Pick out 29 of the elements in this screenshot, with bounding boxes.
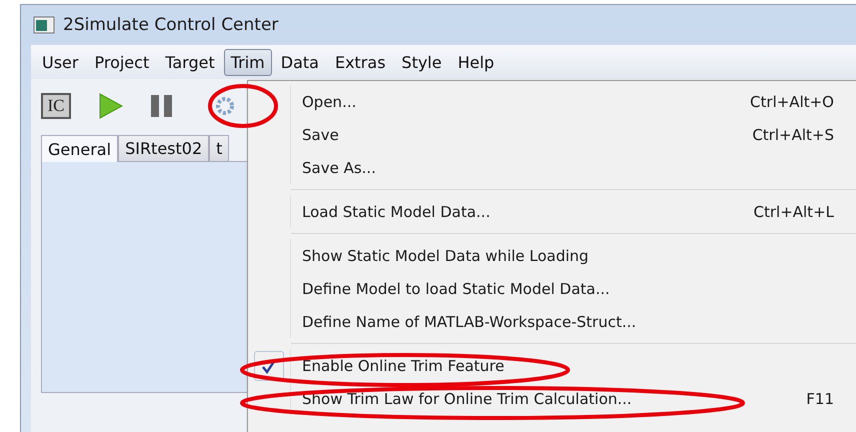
menu-option[interactable]: Define Model to load Static Model Data... — [302, 280, 856, 298]
menu-item[interactable]: Target — [158, 48, 222, 76]
menu-item[interactable]: User — [35, 48, 86, 76]
menu-option[interactable]: Open... — [302, 92, 714, 110]
menu-option[interactable]: Show Static Model Data while Loading — [302, 246, 856, 264]
shortcut: Ctrl+Alt+S — [751, 126, 834, 144]
tab[interactable]: General — [41, 135, 118, 162]
menu-item[interactable]: Help — [450, 48, 502, 76]
menu-option[interactable]: Enable Online Trim Feature — [302, 356, 856, 374]
gear-button[interactable] — [215, 95, 235, 117]
menu-item[interactable]: Style — [394, 48, 449, 76]
menu-option[interactable]: Load Static Model Data... — [302, 202, 714, 220]
menu-option[interactable]: Define Name of MATLAB-Workspace-Struct... — [302, 312, 856, 330]
shortcut: Ctrl+Alt+L — [752, 202, 834, 220]
menu-option[interactable]: Save — [302, 126, 714, 144]
tab[interactable]: SIRtest02 — [118, 135, 210, 162]
play-button[interactable] — [97, 93, 123, 119]
app-icon — [33, 16, 55, 34]
shortcut: Ctrl+Alt+O — [749, 92, 834, 110]
menu-item[interactable]: Project — [87, 48, 156, 76]
ic-button[interactable]: IC — [41, 93, 71, 119]
menu-item[interactable]: Data — [274, 48, 326, 76]
tab[interactable]: t — [209, 135, 230, 162]
menu-item[interactable]: Extras — [328, 48, 393, 76]
shortcut: F11 — [805, 390, 834, 408]
window-title: 2Simulate Control Center — [63, 15, 278, 35]
pause-button[interactable] — [149, 94, 175, 118]
menu-item[interactable]: Trim — [224, 48, 272, 76]
menu-option[interactable]: Save As... — [302, 158, 856, 176]
